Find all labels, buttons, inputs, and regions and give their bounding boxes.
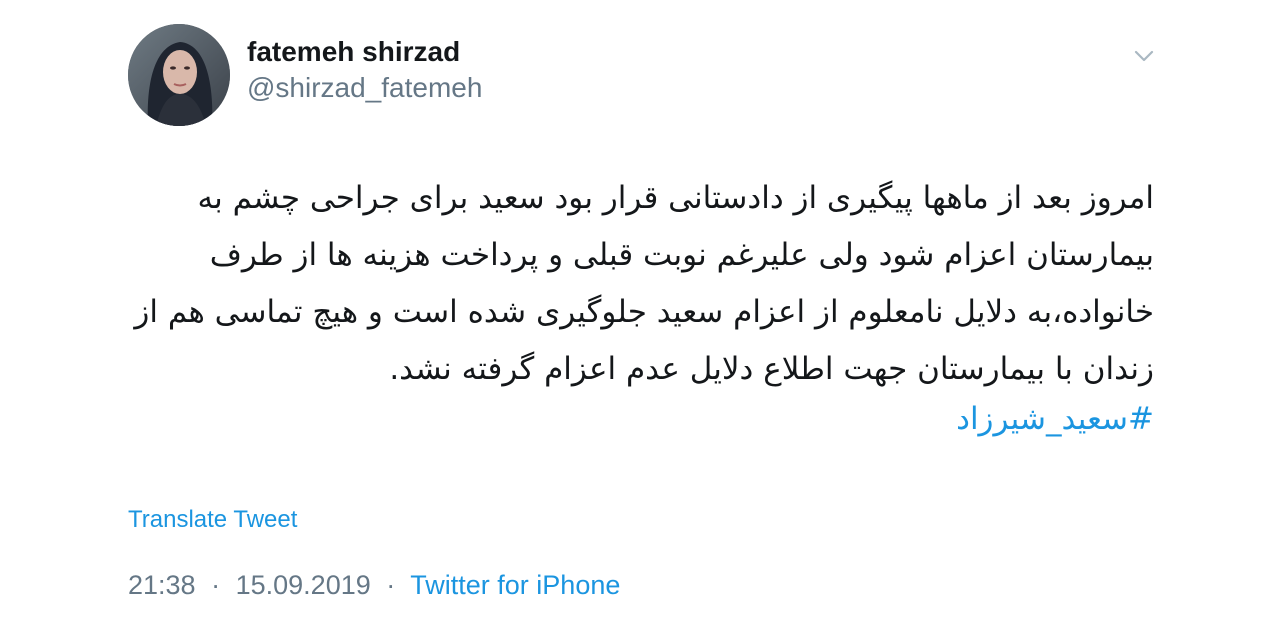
avatar[interactable] [128, 24, 230, 126]
tweet-metadata: 21:38 · 15.09.2019 · Twitter for iPhone [128, 568, 620, 602]
separator: · [386, 570, 396, 600]
tweet-text: امروز بعد از ماهها پیگیری از دادستانی قر… [134, 180, 1154, 387]
hashtag-link[interactable]: #سعید_شیرزاد [956, 401, 1154, 437]
tweet-time: 21:38 [128, 570, 196, 600]
tweet-date: 15.09.2019 [235, 570, 371, 600]
user-handle[interactable]: @shirzad_fatemeh [247, 70, 482, 106]
chevron-down-icon[interactable] [1130, 44, 1158, 68]
tweet-card: fatemeh shirzad @shirzad_fatemeh امروز ب… [0, 0, 1280, 624]
tweet-source-link[interactable]: Twitter for iPhone [410, 570, 620, 600]
translate-tweet-link[interactable]: Translate Tweet [128, 504, 297, 536]
profile-photo-icon [128, 24, 230, 126]
hashtag-link-container: #سعید_شیرزاد [128, 396, 1154, 442]
separator: · [211, 570, 221, 600]
user-display-name[interactable]: fatemeh shirzad [247, 34, 460, 70]
